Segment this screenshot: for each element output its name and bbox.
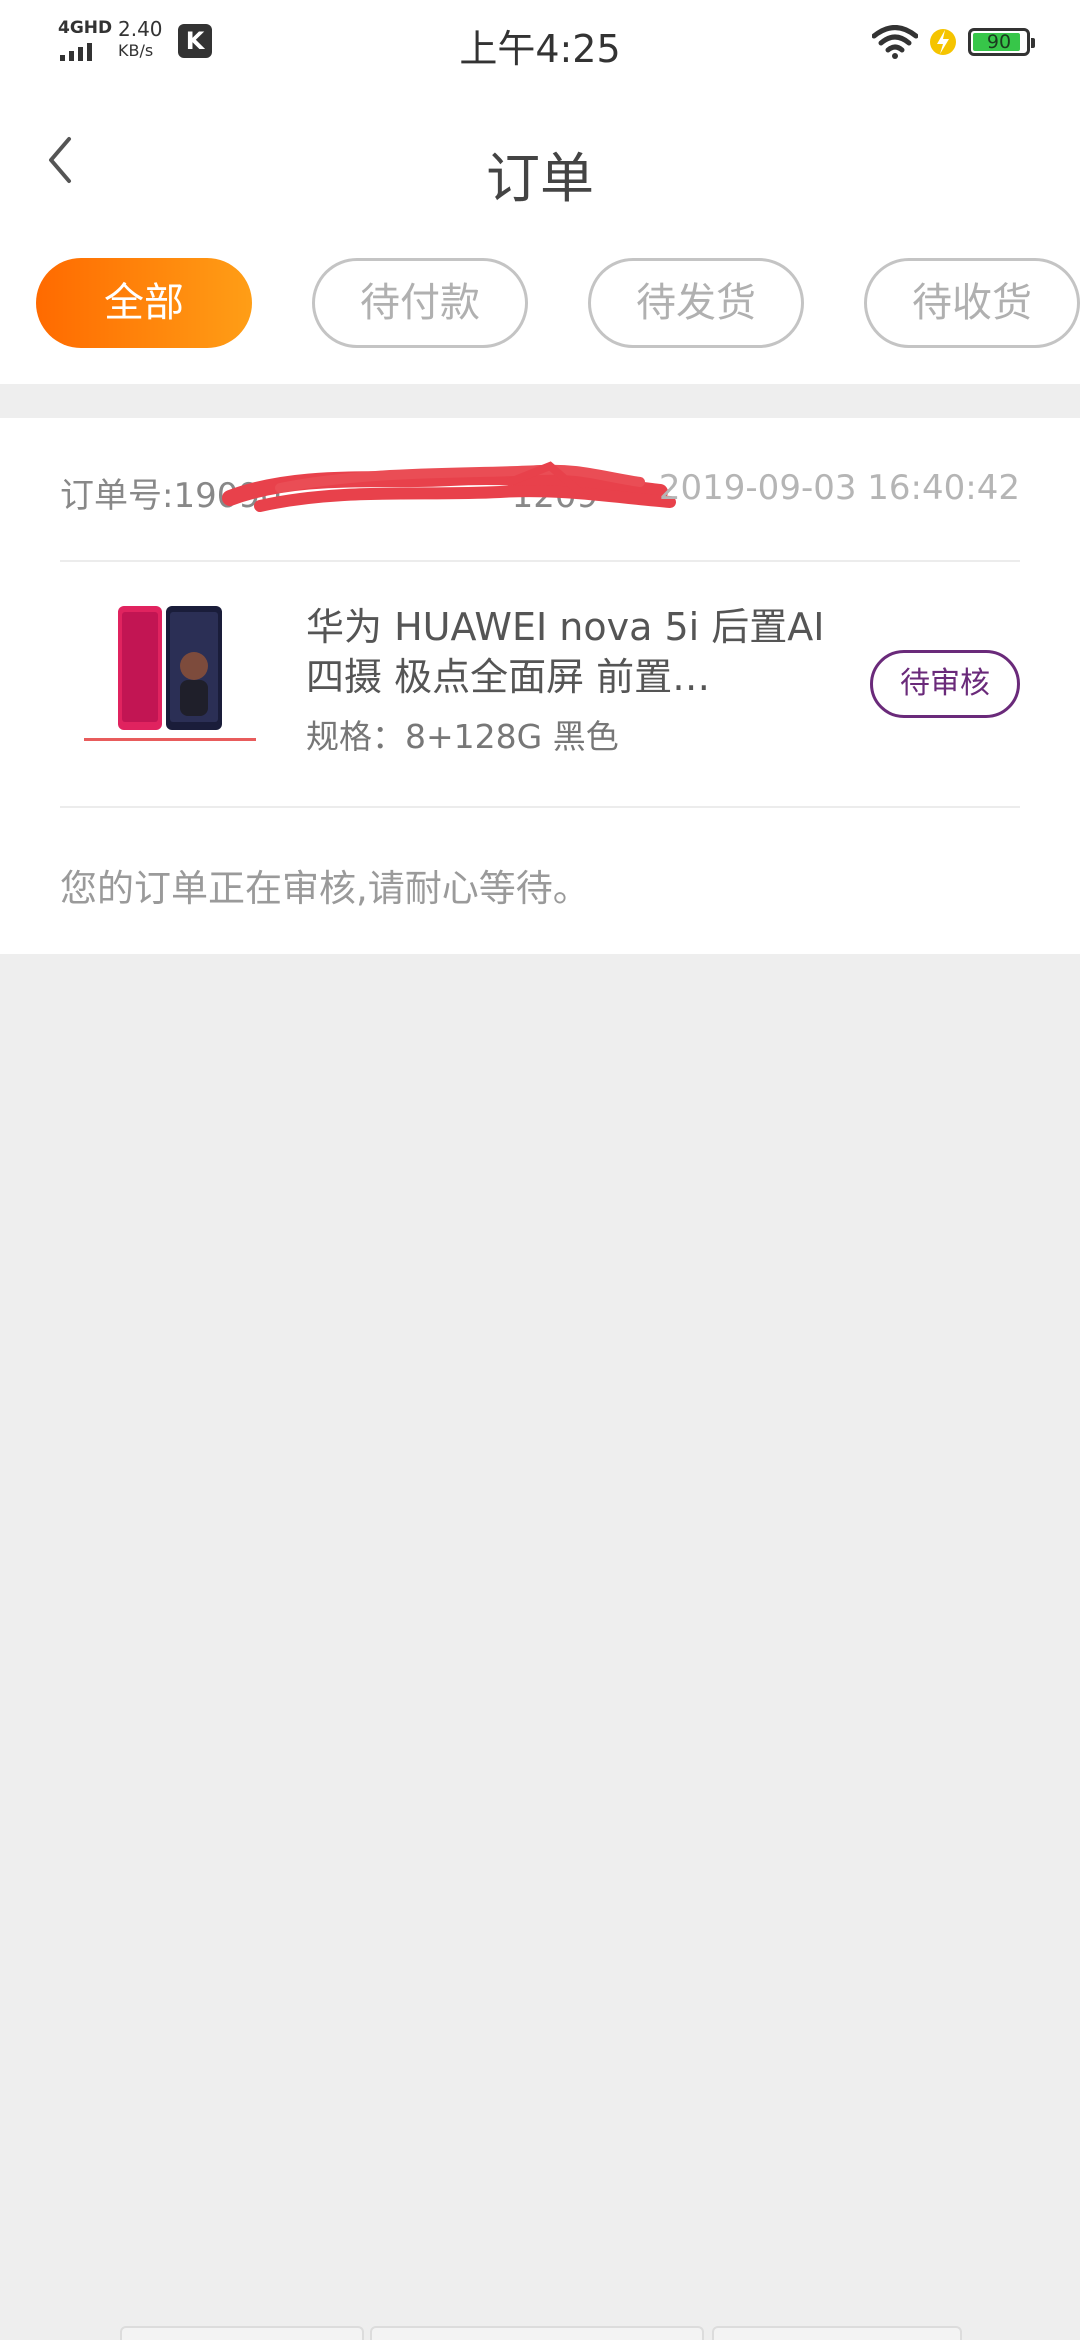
wifi-icon	[872, 25, 918, 59]
order-item[interactable]: 华为 HUAWEI nova 5i 后置AI四摄 极点全面屏 前置… 规格：8+…	[60, 560, 1020, 808]
page-title: 订单	[486, 147, 594, 210]
product-thumbnail	[70, 598, 270, 748]
tab-pending-payment[interactable]: 待付款	[312, 258, 528, 348]
header: 订单 全部 待付款 待发货 待收货	[0, 84, 1080, 384]
status-bar: 4GHD 2.40 KB/s K 上午4:25 90	[0, 0, 1080, 84]
tab-all[interactable]: 全部	[36, 258, 252, 348]
order-time: 2019-09-03 16:40:42	[658, 468, 1020, 508]
tab-pending-shipment[interactable]: 待发货	[588, 258, 804, 348]
order-header: 订单号:19090 1209 2019-09-03 16:40:42	[60, 418, 1020, 562]
product-name: 华为 HUAWEI nova 5i 后置AI四摄 极点全面屏 前置…	[306, 605, 825, 699]
order-message: 您的订单正在审核,请耐心等待。	[60, 867, 590, 910]
battery-level: 90	[986, 31, 1012, 53]
tab-pending-receipt[interactable]: 待收货	[864, 258, 1080, 348]
bottom-nav-edge	[0, 2326, 1080, 2340]
product-spec: 规格：8+128G 黑色	[306, 717, 619, 756]
order-card[interactable]: 订单号:19090 1209 2019-09-03 16:40:42 华为 HUA…	[0, 418, 1080, 954]
status-badge: 待审核	[870, 650, 1020, 718]
redaction-scribble	[222, 461, 676, 512]
battery-icon: 90	[968, 28, 1035, 56]
charging-icon	[930, 29, 956, 55]
